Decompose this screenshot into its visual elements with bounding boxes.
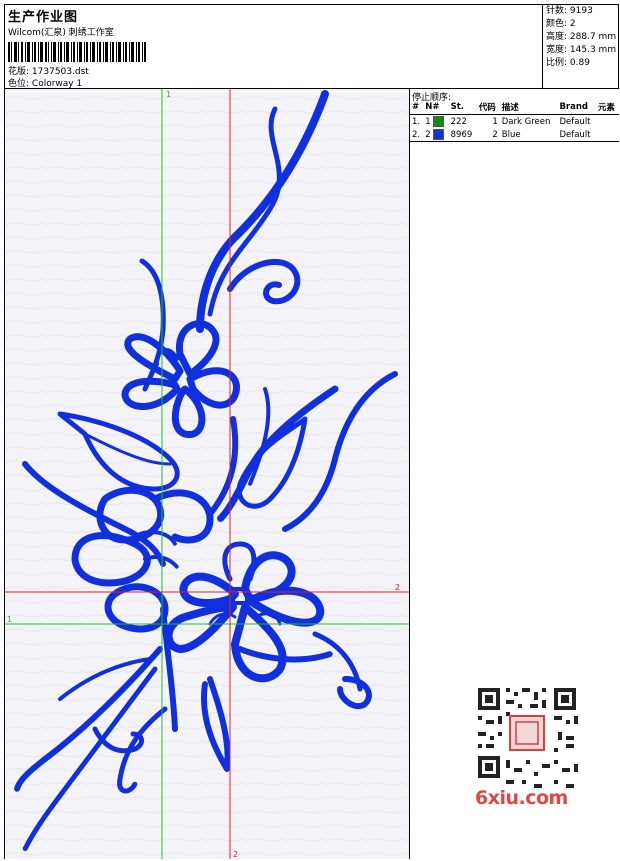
col-n: N#	[423, 100, 449, 115]
table-header-row: # N# St. 代码 描述 Brand 元素	[410, 100, 619, 115]
guide-label-bottom: 2	[233, 850, 238, 859]
stat-stitches: 针数: 9193	[546, 6, 593, 16]
company-name: Wilcom(汇泉) 刺绣工作室	[8, 28, 114, 38]
panel-divider	[410, 141, 619, 142]
col-brand: Brand	[557, 100, 596, 115]
stats-panel: 针数: 9193 颜色: 2 高度: 288.7 mm 宽度: 145.3 mm…	[542, 5, 619, 88]
guide-label-right: 2	[395, 583, 400, 592]
guide-label-left: 1	[7, 615, 12, 624]
barcode	[8, 42, 146, 62]
col-code: 代码	[476, 100, 500, 115]
color-swatch	[433, 129, 445, 140]
stat-height: 高度: 288.7 mm	[546, 32, 617, 42]
color-swatch	[433, 116, 445, 127]
stat-colors: 颜色: 2	[546, 19, 576, 29]
stop-sequence-table: # N# St. 代码 描述 Brand 元素 1. 1 222 1 Dark …	[410, 100, 619, 141]
col-stitches: St.	[448, 100, 477, 115]
embroidery-design: 1 1 2 2	[5, 89, 409, 859]
table-row[interactable]: 1. 1 222 1 Dark Green Default	[410, 115, 619, 129]
col-num: #	[410, 100, 424, 115]
col-desc: 描述	[499, 100, 558, 115]
qr-logo	[509, 715, 545, 751]
stat-scale: 比例: 0.89	[546, 58, 590, 68]
table-row[interactable]: 2. 2 8969 2 Blue Default	[410, 128, 619, 141]
page-title: 生产作业图	[8, 10, 79, 25]
col-element: 元素	[595, 100, 619, 115]
stat-width: 宽度: 145.3 mm	[546, 45, 617, 55]
design-canvas: 1 1 2 2	[5, 89, 410, 859]
qr-code	[470, 680, 584, 794]
watermark-text: 6xiu.com	[475, 787, 568, 809]
guide-label-top: 1	[166, 90, 171, 99]
header-panel: 生产作业图 Wilcom(汇泉) 刺绣工作室 花版: 1737503.dst 色…	[5, 5, 542, 89]
